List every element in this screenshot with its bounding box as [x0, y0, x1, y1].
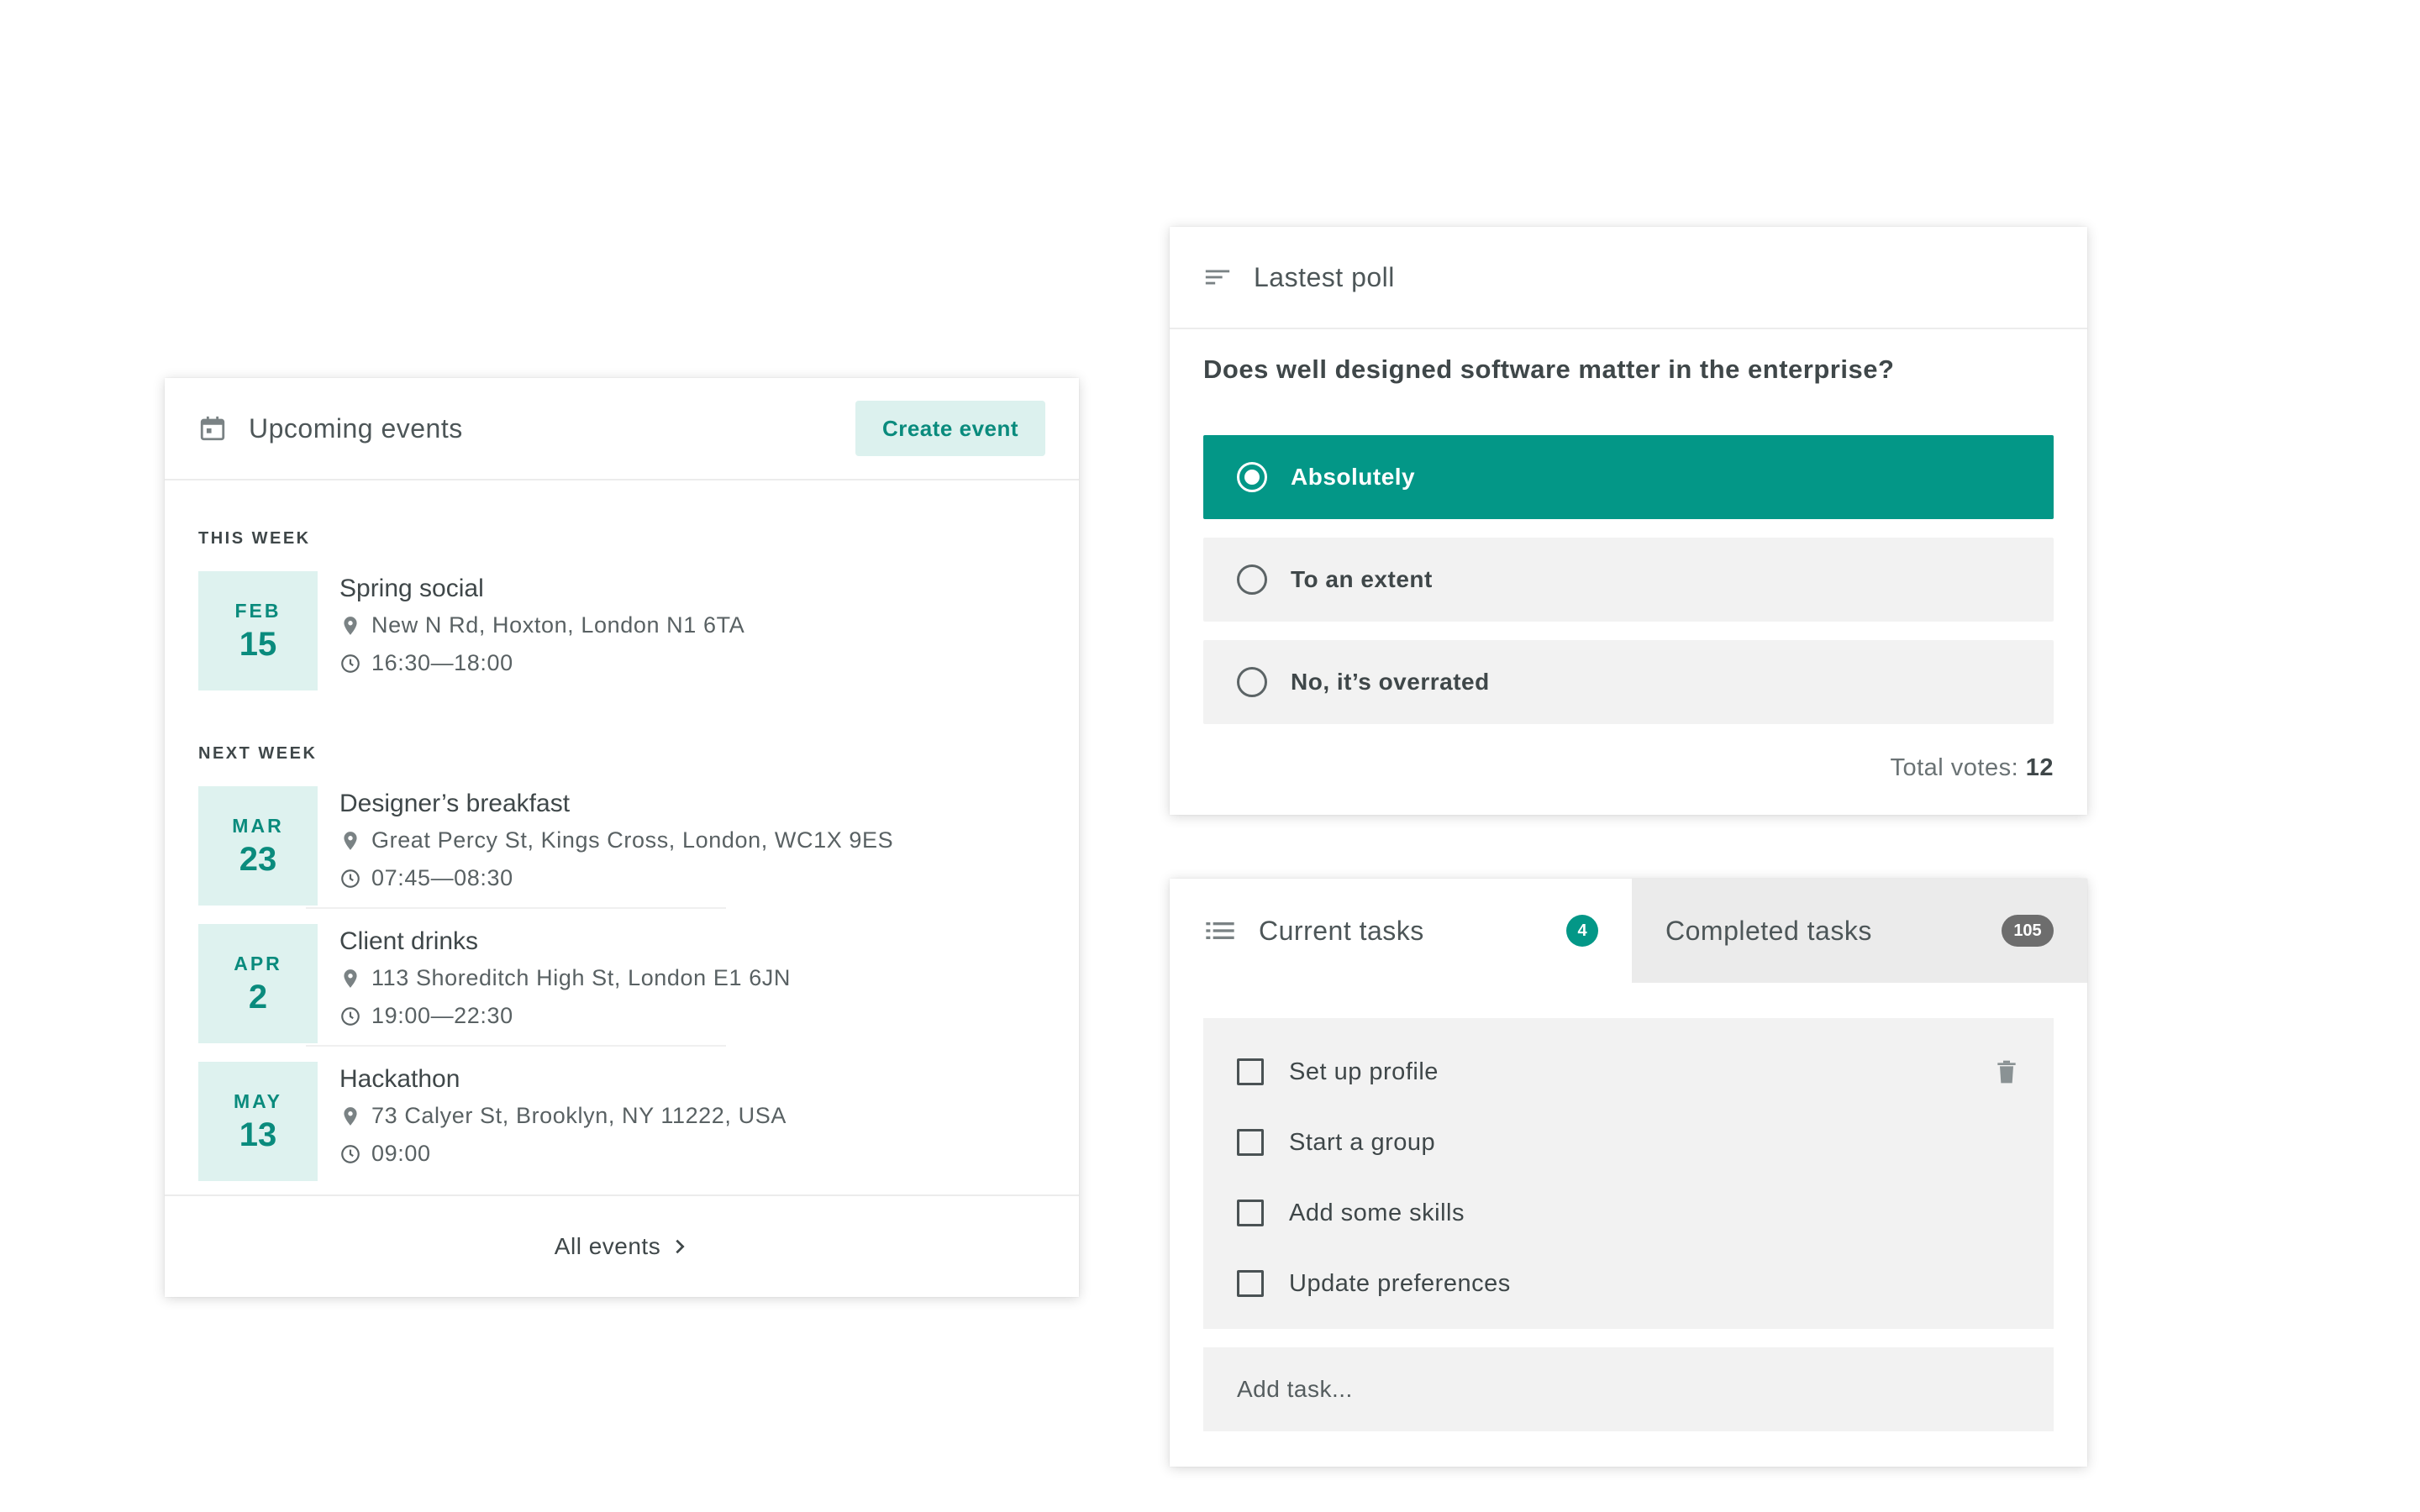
event-title: Designer’s breakfast: [339, 790, 571, 817]
event-day: 13: [239, 1116, 277, 1153]
poll-total-value: 12: [2025, 754, 2054, 781]
events-header: Upcoming events Create event: [165, 378, 1079, 480]
clock-icon: [341, 1006, 360, 1026]
event-item-designers-breakfast[interactable]: MAR 23 Designer’s breakfast Great Percy …: [198, 786, 1045, 906]
event-day: 15: [239, 625, 277, 663]
tasks-card: Current tasks 4 Completed tasks 105 Set …: [1170, 879, 2087, 1467]
poll-title: Lastest poll: [1254, 261, 1395, 292]
event-day: 2: [248, 978, 268, 1016]
event-day: 23: [239, 840, 277, 878]
task-checkbox[interactable]: [1237, 1058, 1264, 1085]
event-title: Spring social: [339, 575, 484, 602]
poll-option-label: No, it’s overrated: [1291, 669, 1490, 695]
event-divider: [306, 907, 726, 909]
task-item[interactable]: Start a group: [1237, 1117, 2020, 1168]
trash-icon[interactable]: [1993, 1057, 2020, 1087]
event-title: Client drinks: [339, 927, 479, 955]
poll-total-votes: Total votes: 12: [1890, 754, 2054, 782]
poll-total-label: Total votes:: [1890, 754, 2019, 781]
poll-option-overrated[interactable]: No, it’s overrated: [1203, 640, 2054, 724]
pin-icon: [344, 831, 357, 850]
radio-empty-icon: [1237, 564, 1267, 595]
section-label-this-week: THIS WEEK: [198, 529, 311, 548]
event-location: 113 Shoreditch High St, London E1 6JN: [371, 965, 792, 990]
poll-question: Does well designed software matter in th…: [1203, 354, 1895, 384]
events-footer: All events: [165, 1194, 1079, 1297]
poll-option-to-an-extent[interactable]: To an extent: [1203, 538, 2054, 622]
poll-option-label: Absolutely: [1291, 464, 1416, 490]
event-location: 73 Calyer St, Brooklyn, NY 11222, USA: [371, 1103, 786, 1128]
tab-label: Current tasks: [1259, 915, 1424, 946]
task-label: Add some skills: [1289, 1199, 1465, 1226]
sort-lines-icon: [1205, 270, 1230, 285]
radio-selected-icon: [1237, 462, 1267, 492]
tab-count-badge: 4: [1566, 915, 1598, 947]
add-task-input[interactable]: [1203, 1347, 2054, 1431]
event-month: MAY: [234, 1089, 282, 1112]
all-events-link[interactable]: All events: [555, 1233, 689, 1260]
tab-count-badge: 105: [2002, 915, 2054, 947]
tab-completed-tasks[interactable]: Completed tasks 105: [1632, 879, 2087, 983]
event-time: 19:00—22:30: [371, 1003, 513, 1028]
event-time: 09:00: [371, 1141, 431, 1166]
event-date: FEB 15: [198, 571, 318, 690]
event-date: MAR 23: [198, 786, 318, 906]
clock-icon: [341, 654, 360, 673]
pin-icon: [344, 616, 357, 635]
tab-current-tasks[interactable]: Current tasks 4: [1170, 879, 1632, 983]
task-checkbox[interactable]: [1237, 1129, 1264, 1156]
task-item[interactable]: Update preferences: [1237, 1258, 2020, 1309]
event-item-hackathon[interactable]: MAY 13 Hackathon 73 Calyer St, Brooklyn,…: [198, 1062, 1045, 1181]
task-label: Update preferences: [1289, 1269, 1511, 1297]
clock-icon: [341, 869, 360, 888]
event-month: APR: [234, 952, 282, 974]
latest-poll-card: Lastest poll Does well designed software…: [1170, 227, 2087, 815]
calendar-icon: [200, 416, 225, 441]
event-date: MAY 13: [198, 1062, 318, 1181]
task-label: Set up profile: [1289, 1058, 1439, 1085]
event-item-spring-social[interactable]: FEB 15 Spring social New N Rd, Hoxton, L…: [198, 571, 1045, 690]
event-time: 07:45—08:30: [371, 865, 513, 890]
task-item[interactable]: Add some skills: [1237, 1188, 2020, 1238]
pin-icon: [344, 1106, 357, 1126]
task-item[interactable]: Set up profile: [1237, 1047, 2020, 1097]
poll-option-absolutely[interactable]: Absolutely: [1203, 435, 2054, 519]
event-date: APR 2: [198, 924, 318, 1043]
chevron-right-icon: [676, 1239, 685, 1254]
radio-empty-icon: [1237, 667, 1267, 697]
task-checkbox[interactable]: [1237, 1270, 1264, 1297]
list-icon: [1206, 922, 1234, 939]
task-label: Start a group: [1289, 1128, 1436, 1156]
task-checkbox[interactable]: [1237, 1200, 1264, 1226]
all-events-label: All events: [554, 1233, 661, 1259]
event-location: Great Percy St, Kings Cross, London, WC1…: [371, 827, 894, 853]
task-tabs: Current tasks 4 Completed tasks 105: [1170, 879, 2087, 983]
upcoming-events-card: Upcoming events Create event THIS WEEK F…: [165, 378, 1079, 1297]
tab-label: Completed tasks: [1665, 915, 1872, 946]
event-divider: [306, 1045, 726, 1047]
event-title: Hackathon: [339, 1065, 460, 1093]
event-item-client-drinks[interactable]: APR 2 Client drinks 113 Shoreditch High …: [198, 924, 1045, 1043]
event-location: New N Rd, Hoxton, London N1 6TA: [371, 612, 745, 638]
clock-icon: [341, 1144, 360, 1163]
event-month: MAR: [232, 814, 284, 837]
create-event-button[interactable]: Create event: [855, 401, 1045, 456]
pin-icon: [344, 969, 357, 988]
events-title: Upcoming events: [249, 412, 463, 444]
poll-option-label: To an extent: [1291, 566, 1433, 592]
event-month: FEB: [234, 599, 281, 622]
poll-header: Lastest poll: [1170, 227, 2087, 329]
event-time: 16:30—18:00: [371, 650, 513, 675]
section-label-next-week: NEXT WEEK: [198, 744, 318, 763]
task-list: Set up profile Start a group Add some sk…: [1203, 1018, 2054, 1329]
